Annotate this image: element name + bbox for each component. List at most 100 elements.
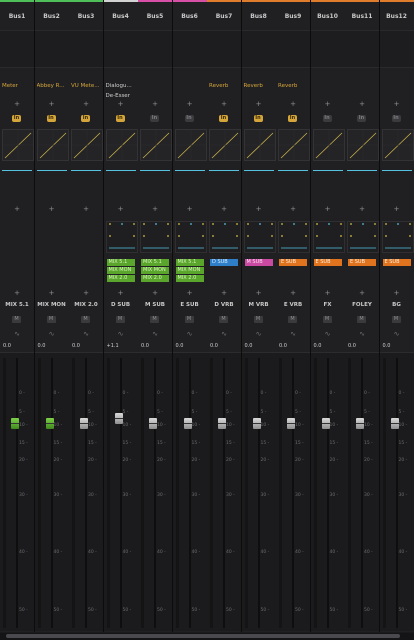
add-output-button[interactable]: + xyxy=(380,289,414,297)
input-area[interactable] xyxy=(276,30,310,68)
route-tag[interactable]: MIX 2.0 xyxy=(141,275,169,282)
link-icon[interactable]: ∿ xyxy=(207,330,241,338)
mute-button[interactable]: M xyxy=(322,316,332,323)
pan-control[interactable] xyxy=(312,221,345,253)
insert-in-button[interactable]: In xyxy=(219,115,228,122)
route-tag[interactable]: E SUB xyxy=(313,259,342,266)
pan-control[interactable] xyxy=(278,221,310,253)
channel-name[interactable]: MIX 5.1 xyxy=(0,302,34,308)
fader-knob[interactable] xyxy=(149,418,157,429)
plugin-slot[interactable]: Meter xyxy=(2,81,32,91)
input-area[interactable] xyxy=(207,30,241,68)
mute-button[interactable]: M xyxy=(288,316,297,323)
insert-in-button[interactable]: In xyxy=(391,115,401,122)
pan-control[interactable] xyxy=(347,221,379,253)
channel-name[interactable]: FOLEY xyxy=(345,302,379,308)
input-area[interactable] xyxy=(345,30,379,68)
route-tag[interactable]: MIX 5.1 xyxy=(106,259,135,266)
route-tag[interactable]: D SUB xyxy=(210,259,238,266)
input-area[interactable] xyxy=(0,30,34,68)
eq-curve[interactable] xyxy=(381,129,414,161)
insert-in-button[interactable]: In xyxy=(12,115,21,122)
eq-curve[interactable] xyxy=(174,129,207,161)
route-tag[interactable]: MIX 2.0 xyxy=(106,275,135,282)
input-area[interactable] xyxy=(138,30,172,68)
eq-curve[interactable] xyxy=(140,129,172,161)
fader-knob[interactable] xyxy=(114,412,123,424)
channel-name[interactable]: BG xyxy=(380,302,414,308)
input-area[interactable] xyxy=(379,30,414,68)
insert-in-button[interactable]: In xyxy=(81,115,90,122)
input-area[interactable] xyxy=(69,30,103,68)
mute-button[interactable]: M xyxy=(219,316,228,323)
eq-curve[interactable] xyxy=(71,129,103,161)
channel-name[interactable]: FX xyxy=(311,302,345,308)
bus-name[interactable]: Bus5 xyxy=(138,13,172,27)
add-output-button[interactable]: + xyxy=(173,289,207,297)
channel-name[interactable]: D SUB xyxy=(104,302,138,308)
bus-name[interactable]: Bus2 xyxy=(35,13,69,27)
link-icon[interactable]: ∿ xyxy=(380,330,414,338)
mute-button[interactable]: M xyxy=(391,316,401,323)
fader-knob[interactable] xyxy=(45,418,54,429)
input-area[interactable] xyxy=(241,30,276,68)
route-tag[interactable]: MIX 2.0 xyxy=(175,275,204,282)
bus-name[interactable]: Bus8 xyxy=(242,13,276,27)
scrollbar-thumb[interactable] xyxy=(6,634,400,638)
add-send-button[interactable]: + xyxy=(207,205,241,213)
mute-button[interactable]: M xyxy=(357,316,366,323)
fader-knob[interactable] xyxy=(11,418,19,429)
mute-button[interactable]: M xyxy=(115,316,125,323)
link-icon[interactable]: ∿ xyxy=(35,330,69,338)
eq-curve[interactable] xyxy=(278,129,310,161)
pan-control[interactable] xyxy=(381,221,414,253)
route-tag[interactable]: MIX 5.1 xyxy=(141,259,169,266)
channel-name[interactable]: E VRB xyxy=(276,302,310,308)
link-icon[interactable]: ∿ xyxy=(242,330,276,338)
add-send-button[interactable]: + xyxy=(311,205,345,213)
bus-name[interactable]: Bus4 xyxy=(104,13,138,27)
pan-control[interactable] xyxy=(243,221,276,253)
bus-name[interactable]: Bus12 xyxy=(380,13,414,27)
insert-in-button[interactable]: In xyxy=(115,115,125,122)
fader-knob[interactable] xyxy=(252,418,261,429)
route-tag[interactable]: MIX MON xyxy=(175,267,204,274)
add-plugin-button[interactable]: + xyxy=(35,100,69,108)
add-plugin-button[interactable]: + xyxy=(173,100,207,108)
mute-button[interactable]: M xyxy=(12,316,21,323)
add-output-button[interactable]: + xyxy=(35,289,69,297)
fader-knob[interactable] xyxy=(218,418,226,429)
link-icon[interactable]: ∿ xyxy=(345,330,379,338)
add-send-button[interactable]: + xyxy=(276,205,310,213)
bus-name[interactable]: Bus6 xyxy=(173,13,207,27)
link-icon[interactable]: ∿ xyxy=(276,330,310,338)
add-send-button[interactable]: + xyxy=(173,205,207,213)
route-tag[interactable]: MIX MON xyxy=(141,267,169,274)
add-output-button[interactable]: + xyxy=(276,289,310,297)
eq-curve[interactable] xyxy=(347,129,379,161)
add-plugin-button[interactable]: + xyxy=(380,100,414,108)
plugin-slot[interactable]: VU Mete... xyxy=(71,81,101,91)
mute-button[interactable]: M xyxy=(46,316,56,323)
add-output-button[interactable]: + xyxy=(207,289,241,297)
mute-button[interactable]: M xyxy=(184,316,194,323)
fader-knob[interactable] xyxy=(287,418,295,429)
insert-in-button[interactable]: In xyxy=(184,115,194,122)
route-tag[interactable]: E SUB xyxy=(382,259,411,266)
plugin-slot[interactable]: Dialogu... xyxy=(106,81,136,91)
pan-control[interactable] xyxy=(209,221,241,253)
insert-in-button[interactable]: In xyxy=(150,115,159,122)
channel-name[interactable]: D VRB xyxy=(207,302,241,308)
add-output-button[interactable]: + xyxy=(0,289,34,297)
plugin-slot[interactable]: Reverb xyxy=(244,81,274,91)
bus-name[interactable]: Bus1 xyxy=(0,13,34,27)
input-area[interactable] xyxy=(172,30,207,68)
add-output-button[interactable]: + xyxy=(345,289,379,297)
plugin-slot[interactable]: Reverb xyxy=(278,81,308,91)
plugin-slot[interactable]: Reverb xyxy=(209,81,239,91)
channel-name[interactable]: MIX 2.0 xyxy=(69,302,103,308)
add-plugin-button[interactable]: + xyxy=(207,100,241,108)
add-plugin-button[interactable]: + xyxy=(345,100,379,108)
add-plugin-button[interactable]: + xyxy=(276,100,310,108)
fader-knob[interactable] xyxy=(80,418,88,429)
